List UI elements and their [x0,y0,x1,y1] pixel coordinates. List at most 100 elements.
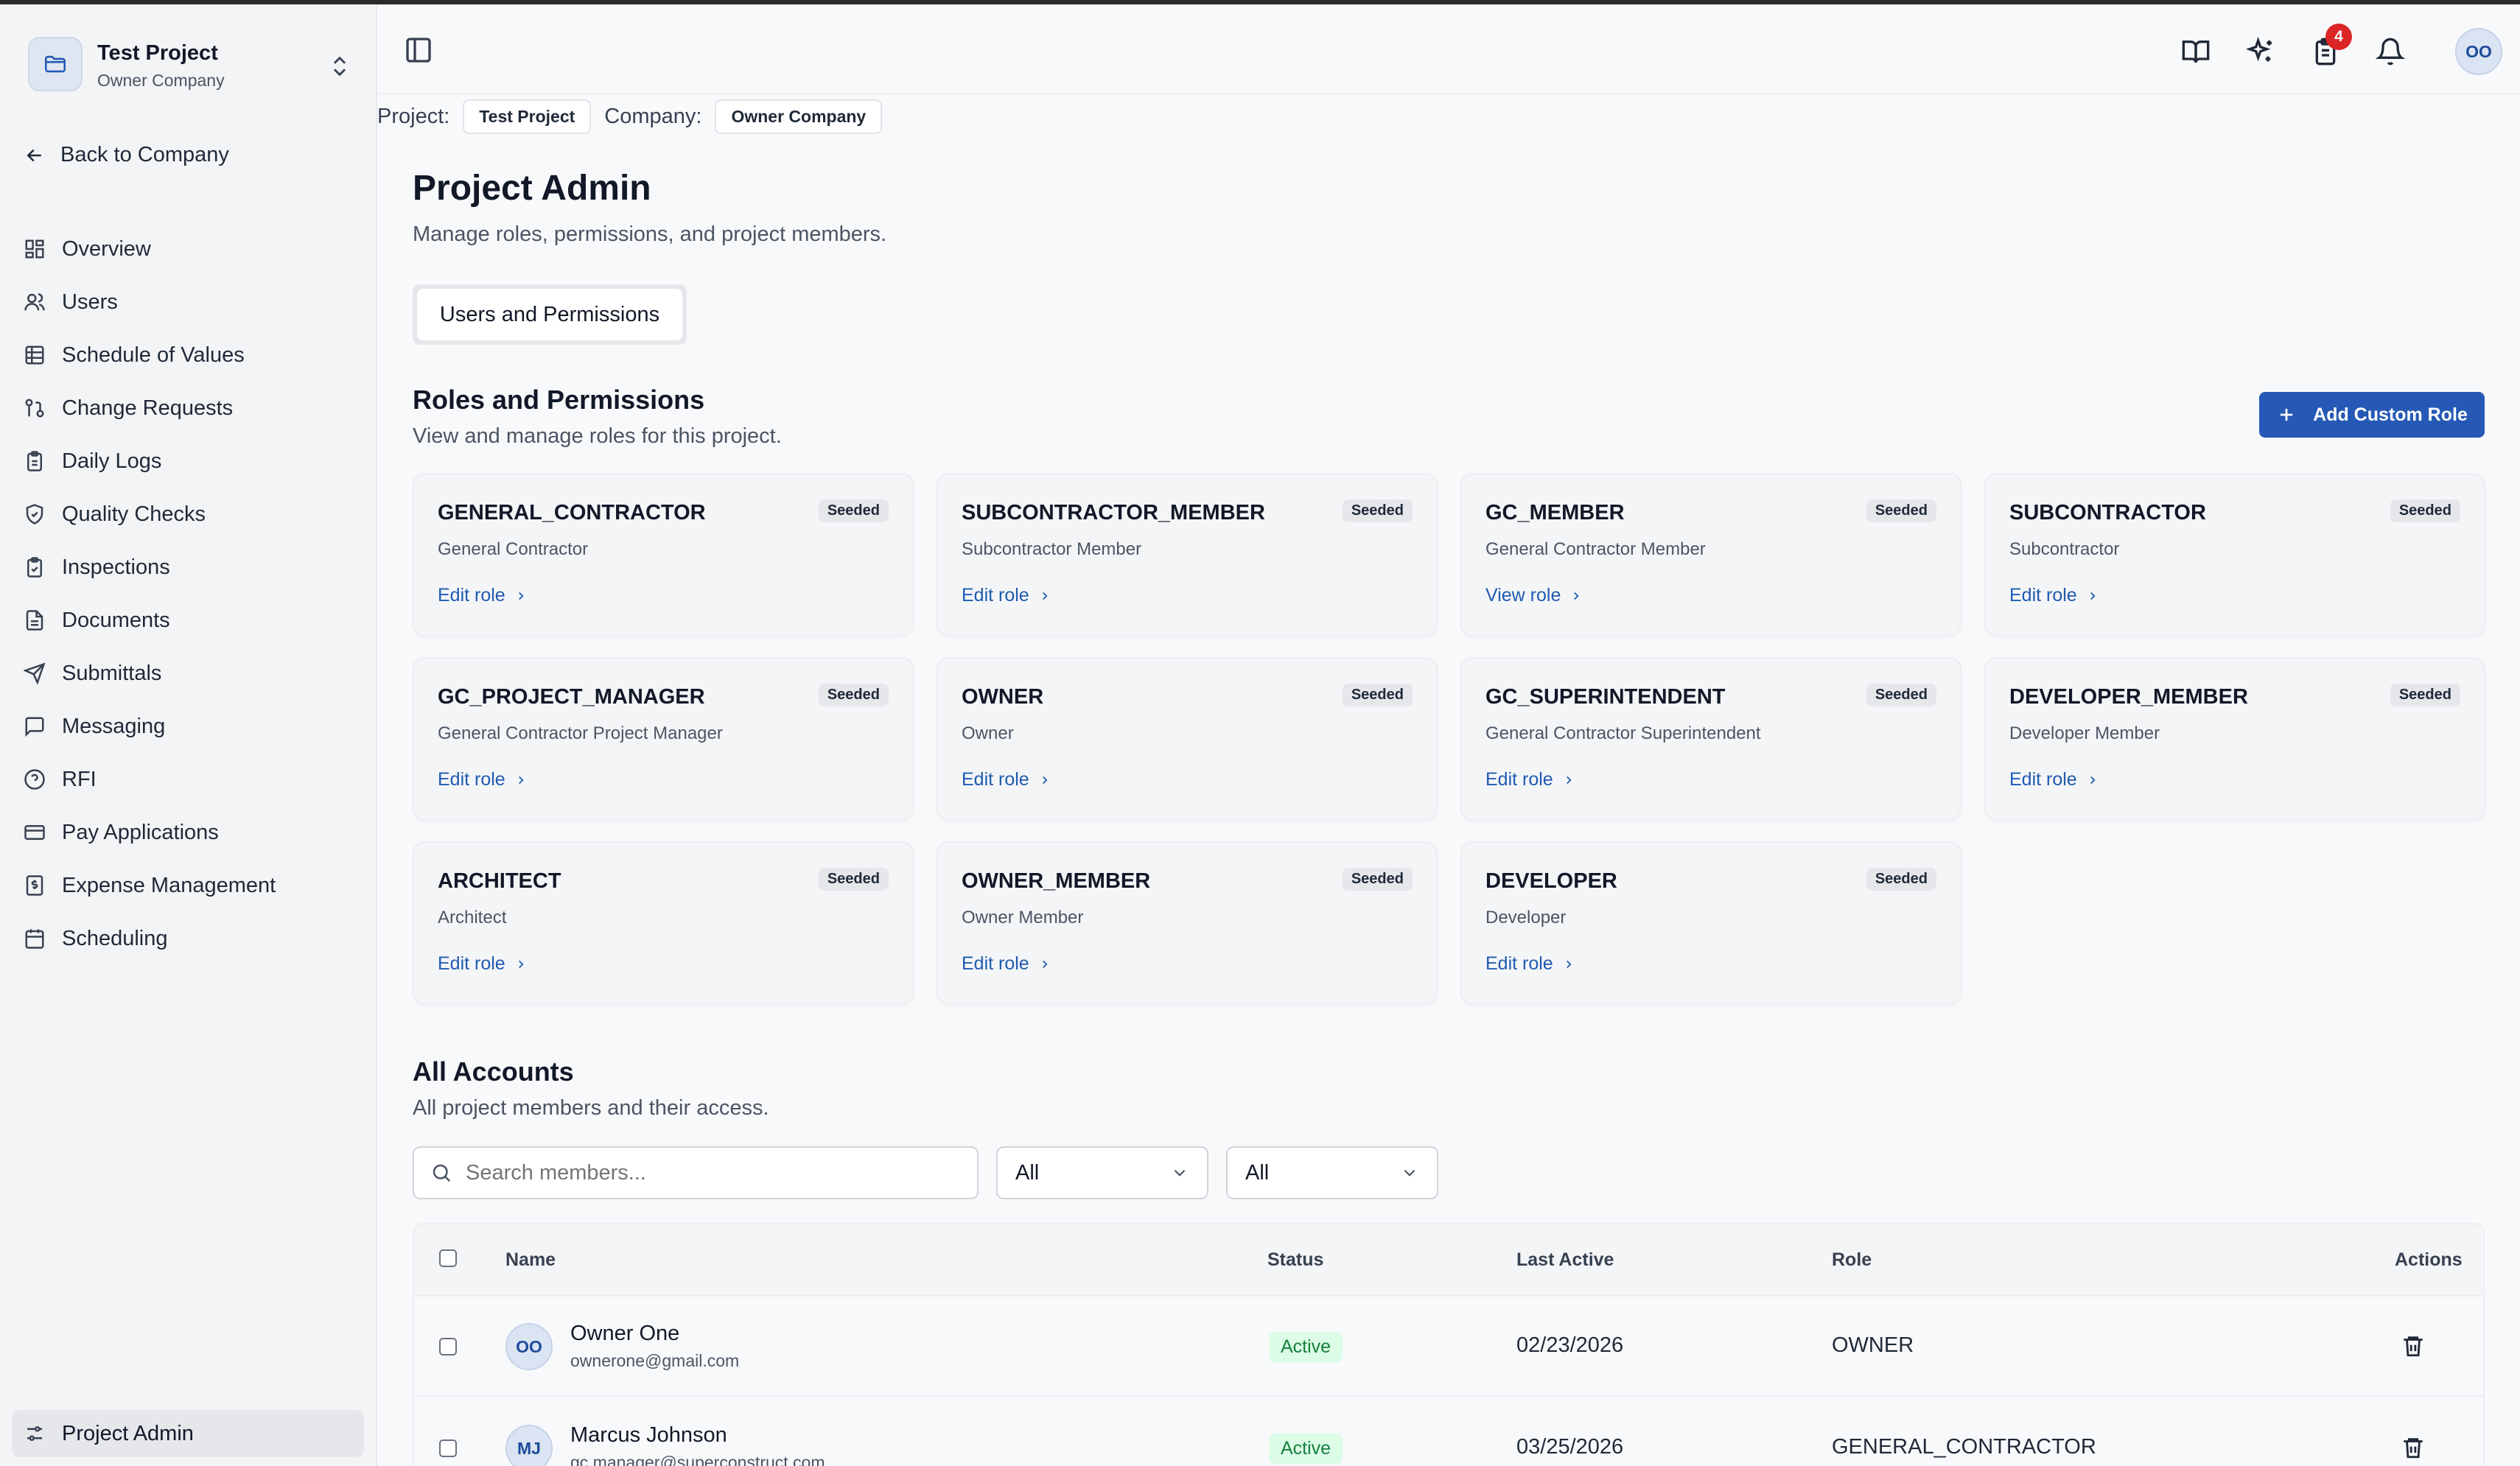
select-all-checkbox[interactable] [439,1249,457,1267]
last-active-cell: 02/23/2026 [1516,1333,1624,1357]
sidebar-item-daily-logs[interactable]: Daily Logs [24,435,363,488]
sliders-icon [27,1426,42,1441]
role-card: GENERAL_CONTRACTOR Seeded General Contra… [413,473,914,636]
company-context-chip[interactable]: Owner Company [715,99,883,134]
sidebar-item-inspections[interactable]: Inspections [24,541,363,594]
sidebar-item-label: Expense Management [62,873,276,897]
panel-left-icon[interactable] [404,35,433,65]
role-card: GC_SUPERINTENDENT Seeded General Contrac… [1460,657,1961,821]
chevron-down-icon [1174,1169,1186,1176]
role-description: General Contractor Project Manager [438,723,723,743]
seeded-badge: Seeded [1866,499,1936,522]
edit-role-link[interactable]: Edit role [1485,953,1575,975]
role-filter-value: All [1245,1160,1270,1185]
seeded-badge: Seeded [818,499,889,522]
sidebar-item-users[interactable]: Users [24,276,363,329]
sidebar-nav: Overview Users Schedule of Values Change… [24,222,363,965]
project-switcher[interactable]: Test Project Owner Company [28,37,352,96]
roles-section-subtitle: View and manage roles for this project. [413,424,782,448]
edit-role-link[interactable]: Edit role [962,953,1051,975]
chevron-right-icon [1042,960,1048,968]
project-company: Owner Company [97,71,225,90]
clipboard-check-icon [27,557,42,578]
sidebar-item-label: RFI [62,767,97,791]
role-link-label: Edit role [438,769,505,790]
role-description: General Contractor Member [1485,539,1706,559]
project-context-chip[interactable]: Test Project [463,99,592,134]
view-role-link[interactable]: View role [1485,585,1583,606]
user-avatar[interactable]: OO [2455,28,2502,75]
sidebar-item-scheduling[interactable]: Scheduling [24,912,363,965]
role-link-label: Edit role [962,585,1029,606]
edit-role-link[interactable]: Edit role [438,769,528,790]
sidebar-item-change-requests[interactable]: Change Requests [24,382,363,435]
row-checkbox[interactable] [439,1338,457,1355]
sidebar-item-documents[interactable]: Documents [24,594,363,647]
role-link-label: Edit role [962,953,1029,974]
edit-role-link[interactable]: Edit role [438,585,528,606]
role-description: Subcontractor [2009,539,2120,559]
edit-role-link[interactable]: Edit role [962,769,1051,790]
chevron-right-icon [518,960,524,968]
role-name: GC_MEMBER [1485,501,1625,525]
column-status[interactable]: Status [1267,1249,1323,1271]
role-card: ARCHITECT Seeded Architect Edit role [413,841,914,1005]
sidebar-item-submittals[interactable]: Submittals [24,647,363,700]
table-row: MJ Marcus Johnson gc.manager@superconstr… [414,1398,2483,1466]
column-name[interactable]: Name [505,1249,556,1271]
sidebar-item-expense-management[interactable]: Expense Management [24,859,363,912]
sidebar-item-schedule-of-values[interactable]: Schedule of Values [24,329,363,382]
users-icon [24,293,45,311]
member-name: Marcus Johnson [570,1423,727,1447]
search-input[interactable] [466,1160,937,1185]
trash-icon[interactable] [2401,1333,2426,1358]
sidebar-item-label: Daily Logs [62,449,162,473]
role-name: SUBCONTRACTOR [2009,501,2206,525]
role-name: GC_SUPERINTENDENT [1485,685,1726,709]
role-description: Owner [962,723,1014,743]
sidebar-item-label: Scheduling [62,926,168,950]
edit-role-link[interactable]: Edit role [2009,585,2099,606]
sidebar-item-overview[interactable]: Overview [24,222,363,276]
status-filter-value: All [1015,1160,1040,1185]
edit-role-link[interactable]: Edit role [438,953,528,975]
sparkles-icon[interactable] [2246,37,2275,66]
trash-icon[interactable] [2401,1435,2426,1460]
edit-role-link[interactable]: Edit role [1485,769,1575,790]
role-description: Owner Member [962,908,1084,927]
row-checkbox[interactable] [439,1439,457,1457]
role-description: Subcontractor Member [962,539,1142,559]
seeded-badge: Seeded [2390,684,2460,706]
status-filter-select[interactable]: All [996,1146,1208,1199]
role-link-label: Edit role [1485,769,1553,790]
sidebar-item-rfi[interactable]: RFI [24,753,363,806]
sidebar-item-project-admin[interactable]: Project Admin [12,1410,364,1457]
role-link-label: Edit role [962,769,1029,790]
help-circle-icon [24,769,45,790]
role-filter-select[interactable]: All [1226,1146,1438,1199]
edit-role-link[interactable]: Edit role [962,585,1051,606]
sidebar-item-label: Documents [62,608,170,632]
sidebar-item-pay-applications[interactable]: Pay Applications [24,806,363,859]
role-card: SUBCONTRACTOR_MEMBER Seeded Subcontracto… [937,473,1438,636]
grid-icon [25,239,44,259]
arrow-left-icon [27,149,41,161]
column-last-active[interactable]: Last Active [1516,1249,1614,1271]
add-custom-role-button[interactable]: Add Custom Role [2259,392,2485,438]
credit-card-icon [24,825,45,840]
role-name: OWNER [962,685,1044,709]
chevron-right-icon [2090,592,2096,600]
edit-role-link[interactable]: Edit role [2009,769,2099,790]
back-to-company-link[interactable]: Back to Company [24,143,229,167]
sidebar-item-messaging[interactable]: Messaging [24,700,363,753]
book-open-icon[interactable] [2181,37,2211,66]
bell-icon[interactable] [2376,37,2405,66]
role-card: OWNER Seeded Owner Edit role [937,657,1438,821]
sidebar-item-label: Pay Applications [62,820,219,844]
column-role[interactable]: Role [1832,1249,1872,1271]
tab-users-and-permissions[interactable]: Users and Permissions [417,289,682,340]
role-description: Architect [438,908,507,927]
role-name: OWNER_MEMBER [962,869,1151,893]
sidebar-item-quality-checks[interactable]: Quality Checks [24,488,363,541]
search-members-field[interactable] [413,1146,979,1199]
